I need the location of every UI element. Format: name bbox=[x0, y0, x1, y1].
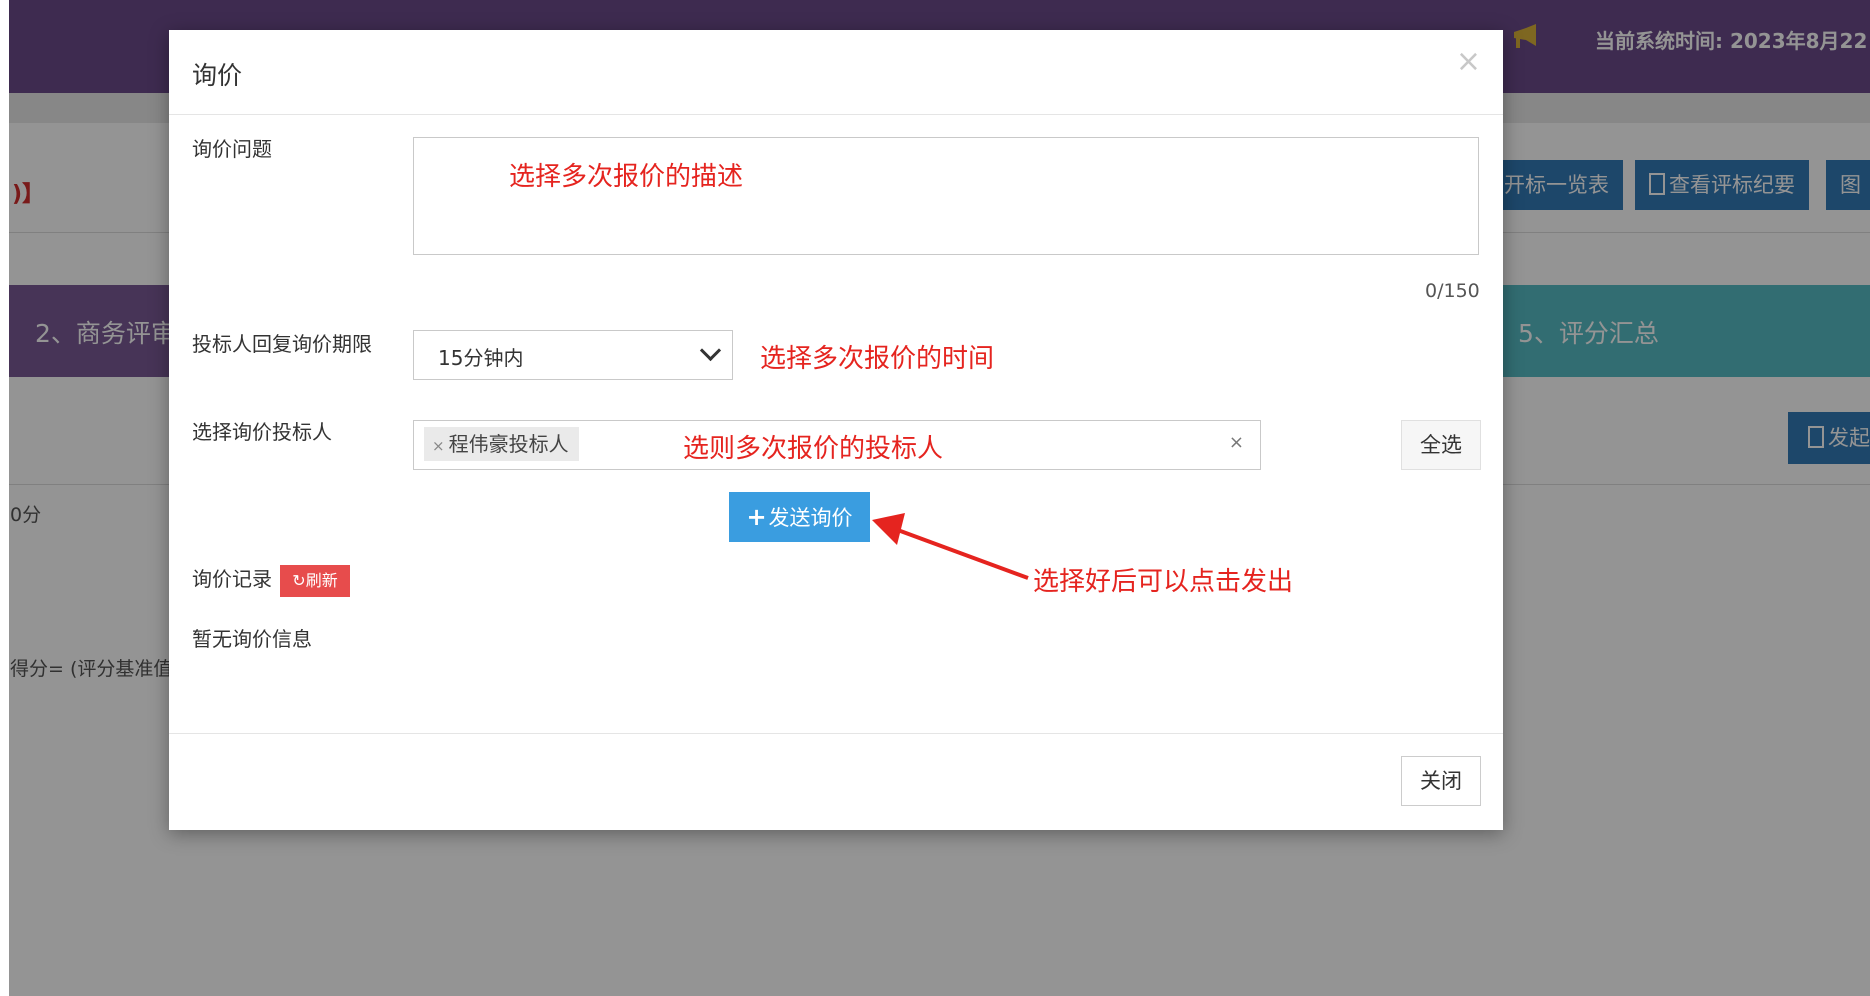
screen-left-edge bbox=[0, 0, 9, 996]
annotation-arrow bbox=[872, 513, 1029, 580]
